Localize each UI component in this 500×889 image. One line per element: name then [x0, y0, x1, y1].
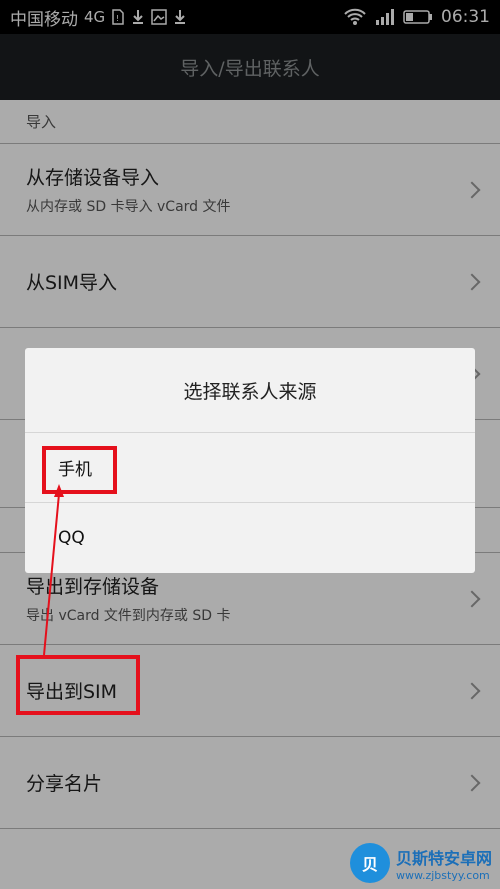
annotation-arrow: [43, 484, 64, 656]
watermark: 贝 贝斯特安卓网 www.zjbstyy.com: [349, 843, 492, 883]
watermark-name: 贝斯特安卓网: [395, 848, 492, 868]
watermark-logo: 贝: [349, 843, 390, 883]
watermark-url: www.zjbstyy.com: [395, 868, 490, 882]
